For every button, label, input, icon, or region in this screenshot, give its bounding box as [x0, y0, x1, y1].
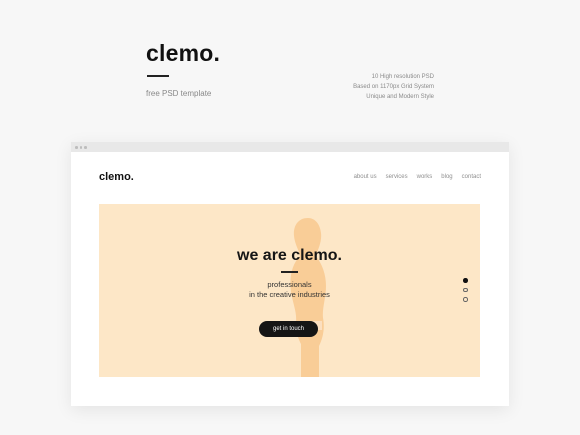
nav-item-about-us[interactable]: about us: [354, 174, 377, 180]
feature-item: Unique and Modern Style: [366, 94, 434, 100]
pager-dot[interactable]: [463, 287, 468, 292]
hero-subtitle: professionals in the creative industries: [99, 280, 480, 300]
nav-item-contact[interactable]: contact: [462, 174, 481, 180]
page-title: clemo.: [146, 40, 221, 66]
nav-item-works[interactable]: works: [417, 174, 433, 180]
browser-bar: [71, 142, 509, 152]
window-dot-icon: [79, 146, 82, 149]
title-divider: [147, 75, 169, 77]
nav-item-services[interactable]: services: [386, 174, 408, 180]
feature-item: Based on 1170px Grid System: [353, 84, 434, 90]
nav-item-blog[interactable]: blog: [441, 174, 452, 180]
hero-subtitle-line: professionals: [267, 280, 312, 289]
browser-mockup: clemo. about us services works blog cont…: [71, 142, 509, 406]
feature-item: 10 High resolution PSD: [371, 74, 434, 80]
window-dot-icon: [75, 146, 78, 149]
get-in-touch-button[interactable]: get in touch: [259, 321, 318, 337]
slide-pager: [463, 278, 468, 307]
page-subtitle: free PSD template: [146, 89, 212, 98]
hero-banner: we are clemo. professionals in the creat…: [99, 204, 480, 377]
feature-list: 10 High resolution PSD Based on 1170px G…: [353, 72, 434, 102]
pager-dot[interactable]: [463, 297, 468, 302]
hero-divider: [281, 271, 298, 273]
hero-subtitle-line: in the creative industries: [249, 290, 330, 299]
window-dot-icon: [84, 146, 87, 149]
pager-dot-active[interactable]: [463, 278, 468, 283]
site-nav: about us services works blog contact: [354, 174, 481, 180]
site-logo[interactable]: clemo.: [99, 171, 134, 183]
hero-title: we are clemo.: [237, 247, 342, 264]
